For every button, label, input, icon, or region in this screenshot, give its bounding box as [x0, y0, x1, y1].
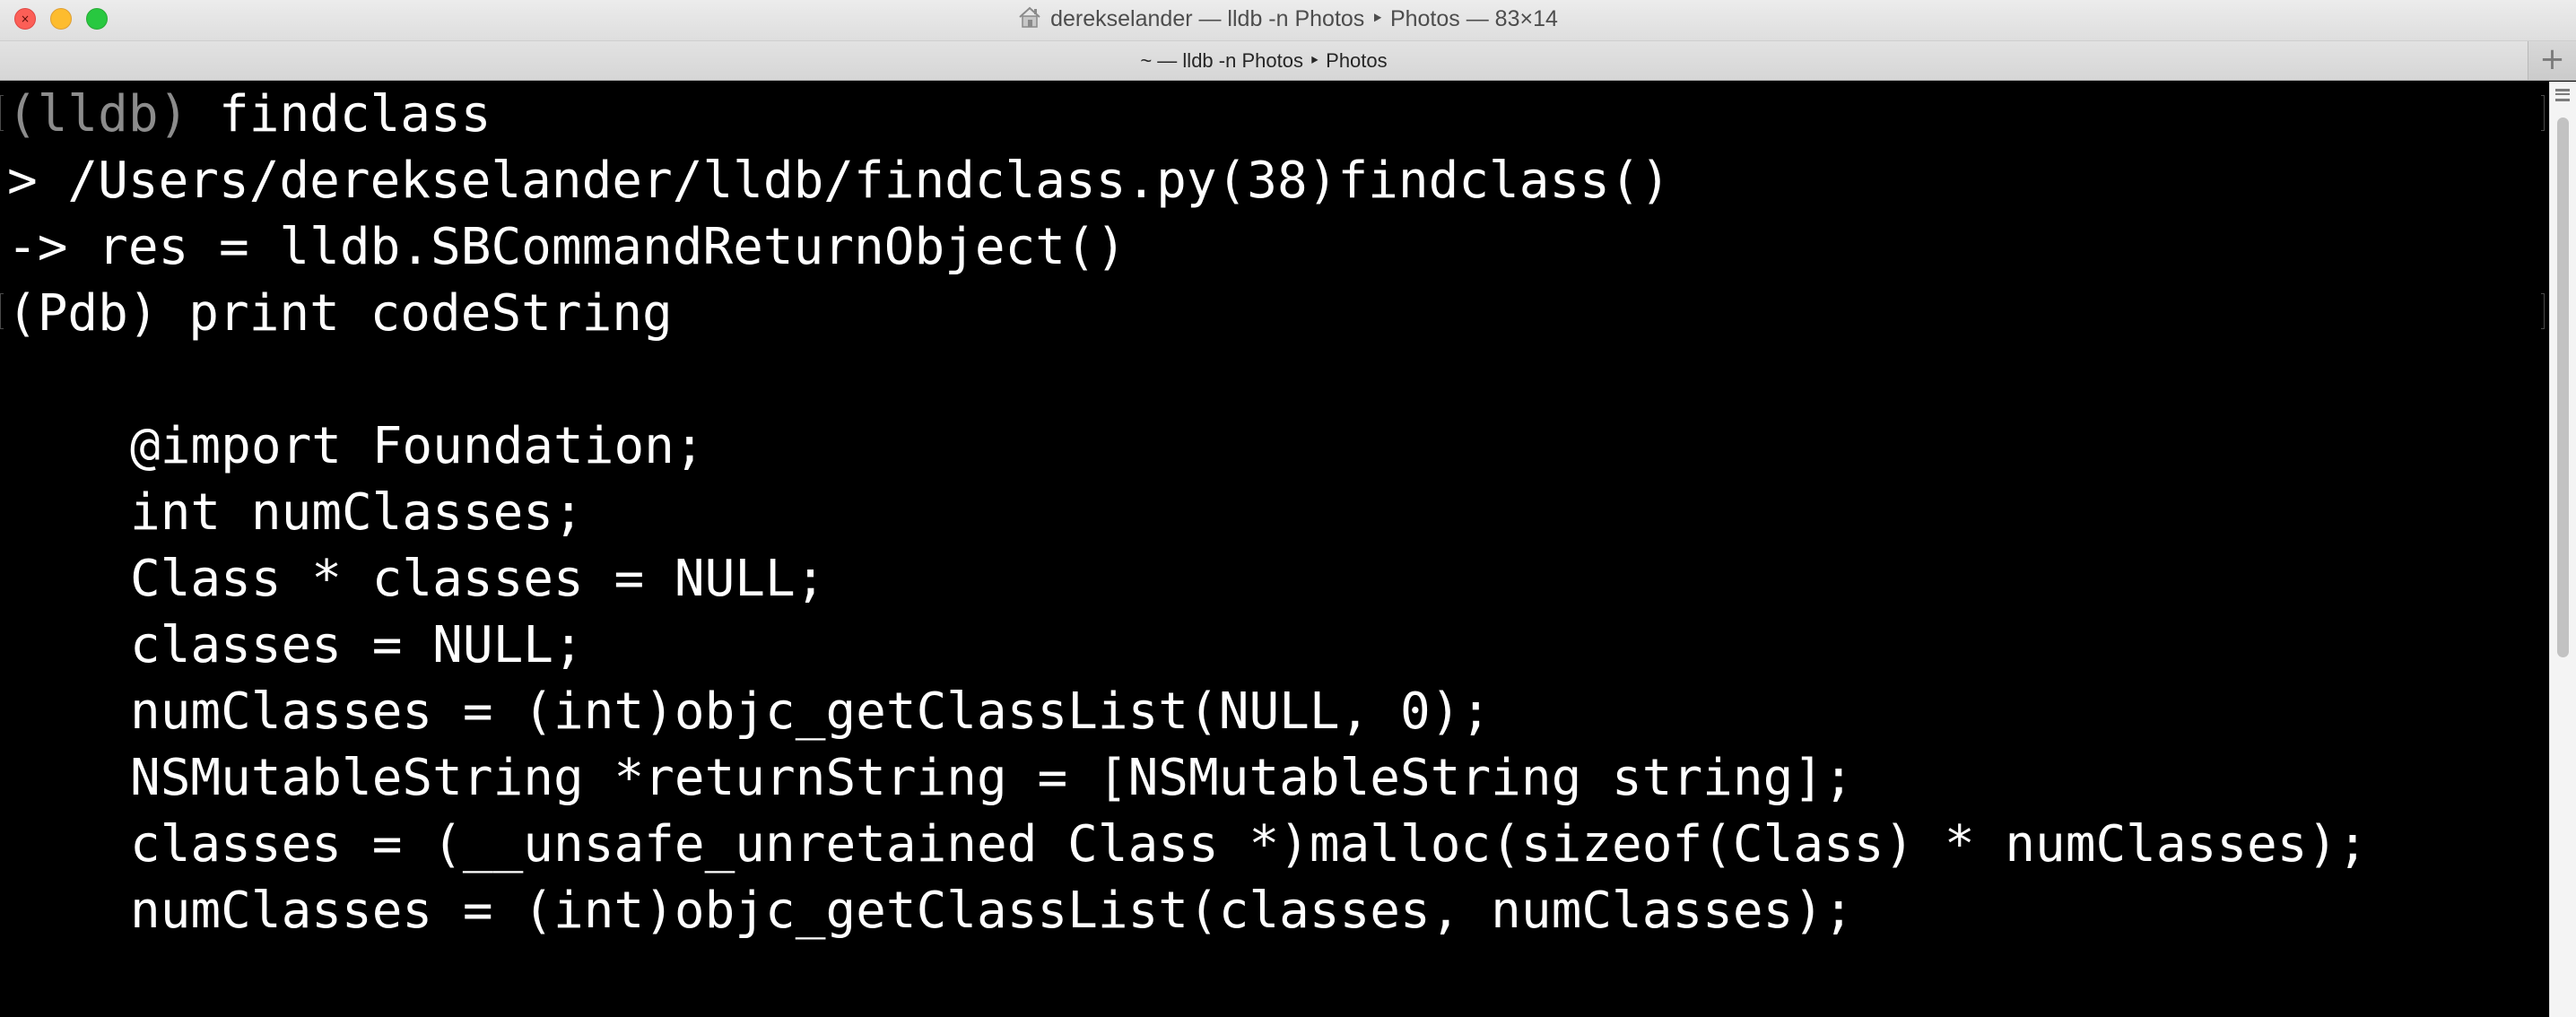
- terminal-line: numClasses = (int)objc_getClassList(NULL…: [130, 682, 1492, 741]
- mark-bracket-icon: [0, 293, 4, 329]
- vertical-scrollbar[interactable]: [2549, 82, 2576, 1017]
- lldb-prompt: (lldb): [7, 85, 189, 143]
- plus-icon: +: [2539, 41, 2565, 77]
- terminal-line: int numClasses;: [130, 483, 584, 542]
- terminal-line: classes = (__unsafe_unretained Class *)m…: [130, 815, 2368, 874]
- command-text: findclass: [188, 85, 492, 143]
- terminal-line: numClasses = (int)objc_getClassList(clas…: [130, 882, 1854, 940]
- tab-label: ~ — lldb -n Photos ‣ Photos: [1140, 49, 1388, 72]
- split-pane-icon[interactable]: [2555, 89, 2570, 101]
- window-title-text: derekselander — lldb -n Photos ‣ Photos …: [1050, 6, 1558, 31]
- terminal-window: × derekselander — lldb -n Photos ‣ Photo…: [0, 0, 2576, 1017]
- terminal-line: classes = NULL;: [130, 616, 584, 674]
- title-bar[interactable]: × derekselander — lldb -n Photos ‣ Photo…: [0, 0, 2576, 41]
- terminal-line: Class * classes = NULL;: [130, 550, 826, 608]
- terminal-line: -> res = lldb.SBCommandReturnObject(): [7, 218, 1127, 276]
- terminal-line: (lldb) findclass: [7, 82, 491, 148]
- terminal-line: (Pdb) print codeString: [7, 284, 673, 343]
- mark-bracket-icon: [0, 95, 4, 131]
- tab-lldb-photos[interactable]: ~ — lldb -n Photos ‣ Photos: [0, 41, 2528, 80]
- house-icon: [1019, 6, 1040, 28]
- new-tab-button[interactable]: +: [2528, 41, 2576, 80]
- terminal-line: @import Foundation;: [130, 417, 705, 475]
- terminal-line: > /Users/derekselander/lldb/findclass.py…: [7, 152, 1671, 210]
- terminal-output[interactable]: (lldb) findclass > /Users/derekselander/…: [0, 82, 2549, 1017]
- scroll-thumb[interactable]: [2557, 117, 2569, 657]
- tab-bar: ~ — lldb -n Photos ‣ Photos +: [0, 41, 2576, 81]
- window-title: derekselander — lldb -n Photos ‣ Photos …: [0, 5, 2576, 32]
- mark-bracket-icon: [2541, 293, 2545, 329]
- terminal-line: NSMutableString *returnString = [NSMutab…: [130, 749, 1854, 807]
- mark-bracket-icon: [2541, 95, 2545, 131]
